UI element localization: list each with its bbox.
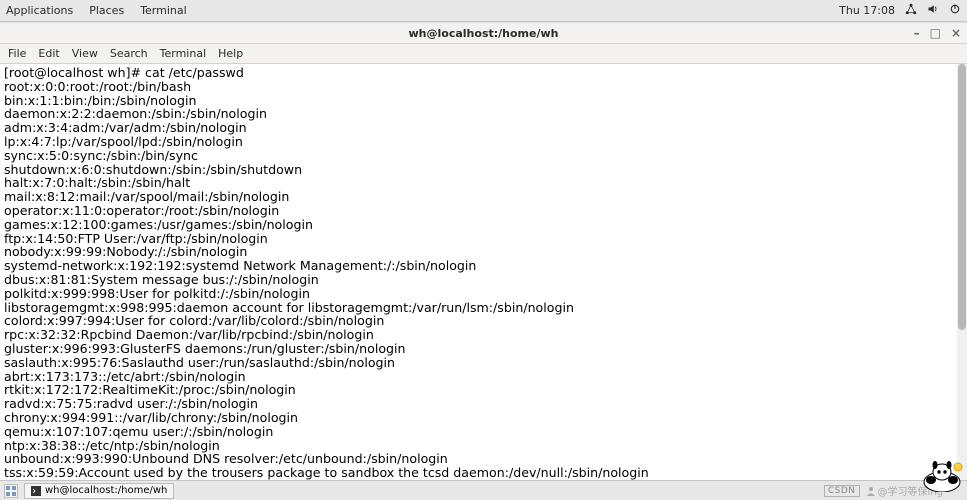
menu-terminal[interactable]: Terminal: [160, 47, 207, 60]
terminal-menubar: File Edit View Search Terminal Help: [0, 44, 967, 64]
terminal-line: rpc:x:32:32:Rpcbind Daemon:/var/lib/rpcb…: [4, 327, 374, 342]
mascot-image: [917, 452, 967, 492]
window-title-text: wh@localhost:/home/wh: [409, 27, 559, 40]
minimize-button[interactable]: –: [914, 26, 920, 40]
taskbar-window-button[interactable]: wh@localhost:/home/wh: [24, 483, 174, 499]
terminal-line: halt:x:7:0:halt:/sbin:/sbin/halt: [4, 175, 190, 190]
user-icon: [866, 486, 876, 496]
terminal-line: lp:x:4:7:lp:/var/spool/lpd:/sbin/nologin: [4, 134, 243, 149]
terminal-icon: [31, 486, 41, 496]
terminal-line: ntp:x:38:38::/etc/ntp:/sbin/nologin: [4, 438, 220, 453]
terminal-line: gluster:x:996:993:GlusterFS daemons:/run…: [4, 341, 406, 356]
terminal-command: cat /etc/passwd: [145, 65, 244, 80]
terminal-line: radvd:x:75:75:radvd user:/:/sbin/nologin: [4, 396, 258, 411]
terminal-line: shutdown:x:6:0:shutdown:/sbin:/sbin/shut…: [4, 162, 302, 177]
terminal-line: tss:x:59:59:Account used by the trousers…: [4, 465, 649, 480]
terminal-prompt: [root@localhost wh]#: [4, 65, 145, 80]
terminal-body[interactable]: [root@localhost wh]# cat /etc/passwd roo…: [0, 64, 967, 480]
menu-file[interactable]: File: [8, 47, 26, 60]
close-button[interactable]: ×: [951, 26, 961, 40]
terminal-line: mail:x:8:12:mail:/var/spool/mail:/sbin/n…: [4, 189, 289, 204]
network-icon[interactable]: [905, 3, 917, 18]
terminal-line: daemon:x:2:2:daemon:/sbin:/sbin/nologin: [4, 106, 267, 121]
places-menu[interactable]: Places: [89, 4, 124, 17]
terminal-line: colord:x:997:994:User for colord:/var/li…: [4, 313, 384, 328]
csdn-watermark: CSDN: [824, 485, 860, 497]
terminal-line: abrt:x:173:173::/etc/abrt:/sbin/nologin: [4, 369, 246, 384]
terminal-line: root:x:0:0:root:/root:/bin/bash: [4, 79, 191, 94]
maximize-button[interactable]: □: [930, 26, 941, 40]
terminal-line: adm:x:3:4:adm:/var/adm:/sbin/nologin: [4, 120, 247, 135]
terminal-line: systemd-network:x:192:192:systemd Networ…: [4, 258, 476, 273]
power-icon[interactable]: [949, 3, 961, 18]
gnome-top-panel: Applications Places Terminal Thu 17:08: [0, 0, 967, 22]
terminal-menu[interactable]: Terminal: [140, 4, 187, 17]
gnome-bottom-panel: wh@localhost:/home/wh CSDN @学习等保ing: [0, 480, 967, 500]
top-panel-menus: Applications Places Terminal: [6, 4, 187, 17]
terminal-line: qemu:x:107:107:qemu user:/:/sbin/nologin: [4, 424, 273, 439]
terminal-line: rtkit:x:172:172:RealtimeKit:/proc:/sbin/…: [4, 382, 296, 397]
terminal-line: dbus:x:81:81:System message bus:/:/sbin/…: [4, 272, 319, 287]
clock[interactable]: Thu 17:08: [839, 4, 895, 17]
terminal-line: nobody:x:99:99:Nobody:/:/sbin/nologin: [4, 244, 247, 259]
terminal-line: saslauth:x:995:76:Saslauthd user:/run/sa…: [4, 355, 395, 370]
applications-menu[interactable]: Applications: [6, 4, 73, 17]
menu-edit[interactable]: Edit: [38, 47, 59, 60]
terminal-line: games:x:12:100:games:/usr/games:/sbin/no…: [4, 217, 313, 232]
terminal-line: unbound:x:993:990:Unbound DNS resolver:/…: [4, 451, 448, 466]
task-label: wh@localhost:/home/wh: [45, 485, 167, 496]
terminal-line: bin:x:1:1:bin:/bin:/sbin/nologin: [4, 93, 197, 108]
terminal-line: chrony:x:994:991::/var/lib/chrony:/sbin/…: [4, 410, 298, 425]
terminal-scrollbar[interactable]: [957, 64, 967, 480]
terminal-line: polkitd:x:999:998:User for polkitd:/:/sb…: [4, 286, 310, 301]
menu-search[interactable]: Search: [110, 47, 148, 60]
show-desktop-button[interactable]: [4, 484, 18, 498]
terminal-line: ftp:x:14:50:FTP User:/var/ftp:/sbin/nolo…: [4, 231, 268, 246]
menu-help[interactable]: Help: [218, 47, 243, 60]
window-titlebar[interactable]: wh@localhost:/home/wh – □ ×: [0, 22, 967, 44]
terminal-line: operator:x:11:0:operator:/root:/sbin/nol…: [4, 203, 279, 218]
terminal-line: sync:x:5:0:sync:/sbin:/bin/sync: [4, 148, 198, 163]
terminal-line: libstoragemgmt:x:998:995:daemon account …: [4, 300, 574, 315]
scrollbar-thumb[interactable]: [958, 64, 966, 330]
menu-view[interactable]: View: [72, 47, 98, 60]
volume-icon[interactable]: [927, 3, 939, 18]
